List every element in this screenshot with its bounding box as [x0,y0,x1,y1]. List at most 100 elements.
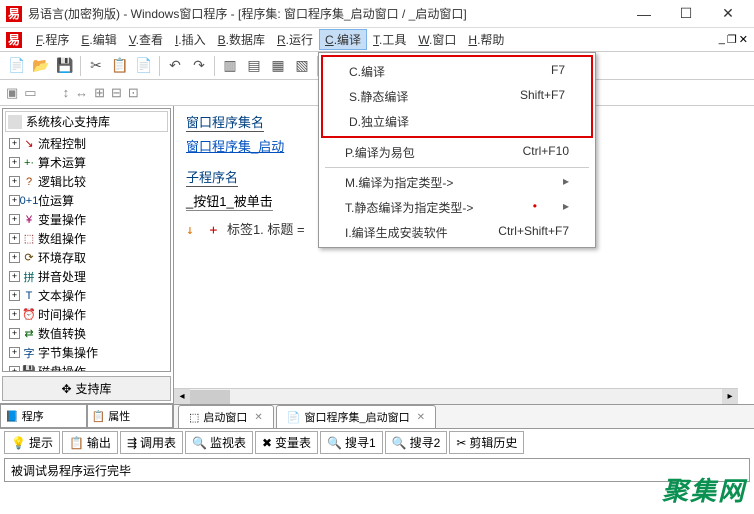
close-button[interactable]: ✕ [708,2,748,26]
tree-title: 系统核心支持库 [26,113,110,130]
tab-icon: ✖ [262,436,272,450]
app-icon-small: 易 [6,32,22,48]
tree-item[interactable]: +T文本操作 [5,286,168,305]
tool-icon[interactable]: ↕ [63,85,70,100]
save-icon[interactable]: 💾 [54,55,76,77]
close-tab-icon[interactable]: ✕ [417,412,425,423]
expand-icon[interactable]: + [9,309,20,320]
tree-item[interactable]: +↘流程控制 [5,134,168,153]
expand-icon[interactable]: + [9,347,20,358]
panel-icon[interactable]: ▥ [219,55,241,77]
menu-item-i[interactable]: I.插入 [169,29,212,50]
expand-icon[interactable]: + [9,271,20,282]
menu-item-b[interactable]: B.数据库 [212,29,271,50]
horizontal-scrollbar[interactable]: ◂ ▸ [174,388,738,404]
scroll-right-icon[interactable]: ▸ [722,389,738,405]
menu-item-f[interactable]: F.程序 [30,29,75,50]
tree-item[interactable]: +⇄数值转换 [5,324,168,343]
menu-item[interactable]: P.编译为易包Ctrl+F10 [321,140,593,165]
tree-item[interactable]: ++·算术运算 [5,153,168,172]
menu-item[interactable]: M.编译为指定类型->▸ [321,170,593,195]
tab-icon: 🔍 [192,436,207,450]
tree-item[interactable]: +⟳环境存取 [5,248,168,267]
expand-icon[interactable]: + [9,214,20,225]
menu-item-h[interactable]: H.帮助 [462,29,510,50]
tool-icon[interactable]: ▣ [6,85,18,101]
mdi-close-button[interactable]: ✕ [739,33,748,46]
tree-item[interactable]: +字字节集操作 [5,343,168,362]
tree-item[interactable]: +?逻辑比较 [5,172,168,191]
panel2-icon[interactable]: ▤ [243,55,265,77]
menu-item-s[interactable]: S.静态编译Shift+F7 [325,84,589,109]
new-file-icon[interactable]: 📄 [6,55,28,77]
tree-item[interactable]: +⏰时间操作 [5,305,168,324]
expand-icon[interactable]: + [9,328,20,339]
maximize-button[interactable]: ☐ [666,2,706,26]
tab-icon: 📋 [69,436,84,450]
expand-icon[interactable]: + [9,366,20,372]
menu-bar: 易 F.程序E.编辑V.查看I.插入B.数据库R.运行C.编译T.工具W.窗口H… [0,28,754,52]
fold-icon[interactable]: ↓ + [186,223,217,238]
tree-item[interactable]: +0+1位运算 [5,191,168,210]
bottom-tab-剪辑历史[interactable]: ✂剪辑历史 [449,431,524,454]
panel3-icon[interactable]: ▦ [267,55,289,77]
expand-icon[interactable]: + [9,290,20,301]
menu-item-r[interactable]: R.运行 [271,29,319,50]
menu-item-c[interactable]: C.编译 [319,29,367,50]
tree-item[interactable]: +⬚数组操作 [5,229,168,248]
menu-item-e[interactable]: E.编辑 [75,29,122,50]
editor-tab[interactable]: ⬚启动窗口✕ [178,405,274,428]
menu-item[interactable]: T.静态编译为指定类型->▸• [321,195,593,220]
sidebar-tab-属性[interactable]: 📋属性 [87,404,174,428]
minimize-button[interactable]: ― [624,2,664,26]
tool-icon[interactable]: ▭ [24,85,36,101]
mdi-restore-button[interactable]: ❐ [727,33,737,46]
bottom-tab-搜寻1[interactable]: 🔍搜寻1 [320,431,383,454]
menu-item-c[interactable]: C.编译F7 [325,59,589,84]
expand-icon[interactable]: + [9,138,20,149]
undo-icon[interactable]: ↶ [164,55,186,77]
tool-icon[interactable]: ↔ [75,85,88,100]
mdi-minimize-button[interactable]: _ [719,33,725,46]
sidebar-tab-程序[interactable]: 📘程序 [0,404,87,428]
close-tab-icon[interactable]: ✕ [254,412,262,423]
expand-icon[interactable]: + [9,157,20,168]
copy-icon[interactable]: 📋 [109,55,131,77]
bottom-tab-提示[interactable]: 💡提示 [4,431,60,454]
code-subroutine[interactable]: _按钮1_被单击 [186,191,273,211]
tree-item[interactable]: +💾磁盘操作 [5,362,168,372]
tree-item-label: 数值转换 [38,325,86,342]
expand-icon[interactable]: + [9,176,20,187]
menu-item-t[interactable]: T.工具 [367,29,412,50]
scroll-left-icon[interactable]: ◂ [174,389,190,405]
open-file-icon[interactable]: 📂 [30,55,52,77]
support-library-button[interactable]: ✥ 支持库 [2,376,171,401]
bottom-tab-搜寻2[interactable]: 🔍搜寻2 [385,431,448,454]
category-icon: ↘ [22,137,36,151]
tool-icon[interactable]: ⊡ [128,85,139,101]
tool-icon[interactable]: ⊞ [94,85,105,101]
menu-item-w[interactable]: W.窗口 [412,29,462,50]
panel4-icon[interactable]: ▧ [291,55,313,77]
menu-item[interactable]: I.编译生成安装软件Ctrl+Shift+F7 [321,220,593,245]
compile-menu-highlighted-group: C.编译F7S.静态编译Shift+F7D.独立编译 [321,55,593,138]
code-link[interactable]: 窗口程序集_启动 [186,139,284,154]
bottom-tab-调用表[interactable]: ⇶调用表 [120,431,183,454]
bottom-tab-监视表[interactable]: 🔍监视表 [185,431,253,454]
category-icon: T [22,289,36,303]
cut-icon[interactable]: ✂ [85,55,107,77]
bottom-tab-输出[interactable]: 📋输出 [62,431,118,454]
expand-icon[interactable]: + [9,233,20,244]
tool-icon[interactable]: ⊟ [111,85,122,101]
scroll-thumb[interactable] [190,390,230,404]
tree-item[interactable]: +¥变量操作 [5,210,168,229]
tree-item[interactable]: +拼拼音处理 [5,267,168,286]
menu-item-v[interactable]: V.查看 [123,29,169,50]
editor-tab[interactable]: 📄窗口程序集_启动窗口✕ [276,405,436,428]
menu-item-d[interactable]: D.独立编译 [325,109,589,134]
redo-icon[interactable]: ↷ [188,55,210,77]
paste-icon[interactable]: 📄 [133,55,155,77]
bottom-tab-变量表[interactable]: ✖变量表 [255,431,318,454]
expand-icon[interactable]: + [9,195,20,206]
expand-icon[interactable]: + [9,252,20,263]
